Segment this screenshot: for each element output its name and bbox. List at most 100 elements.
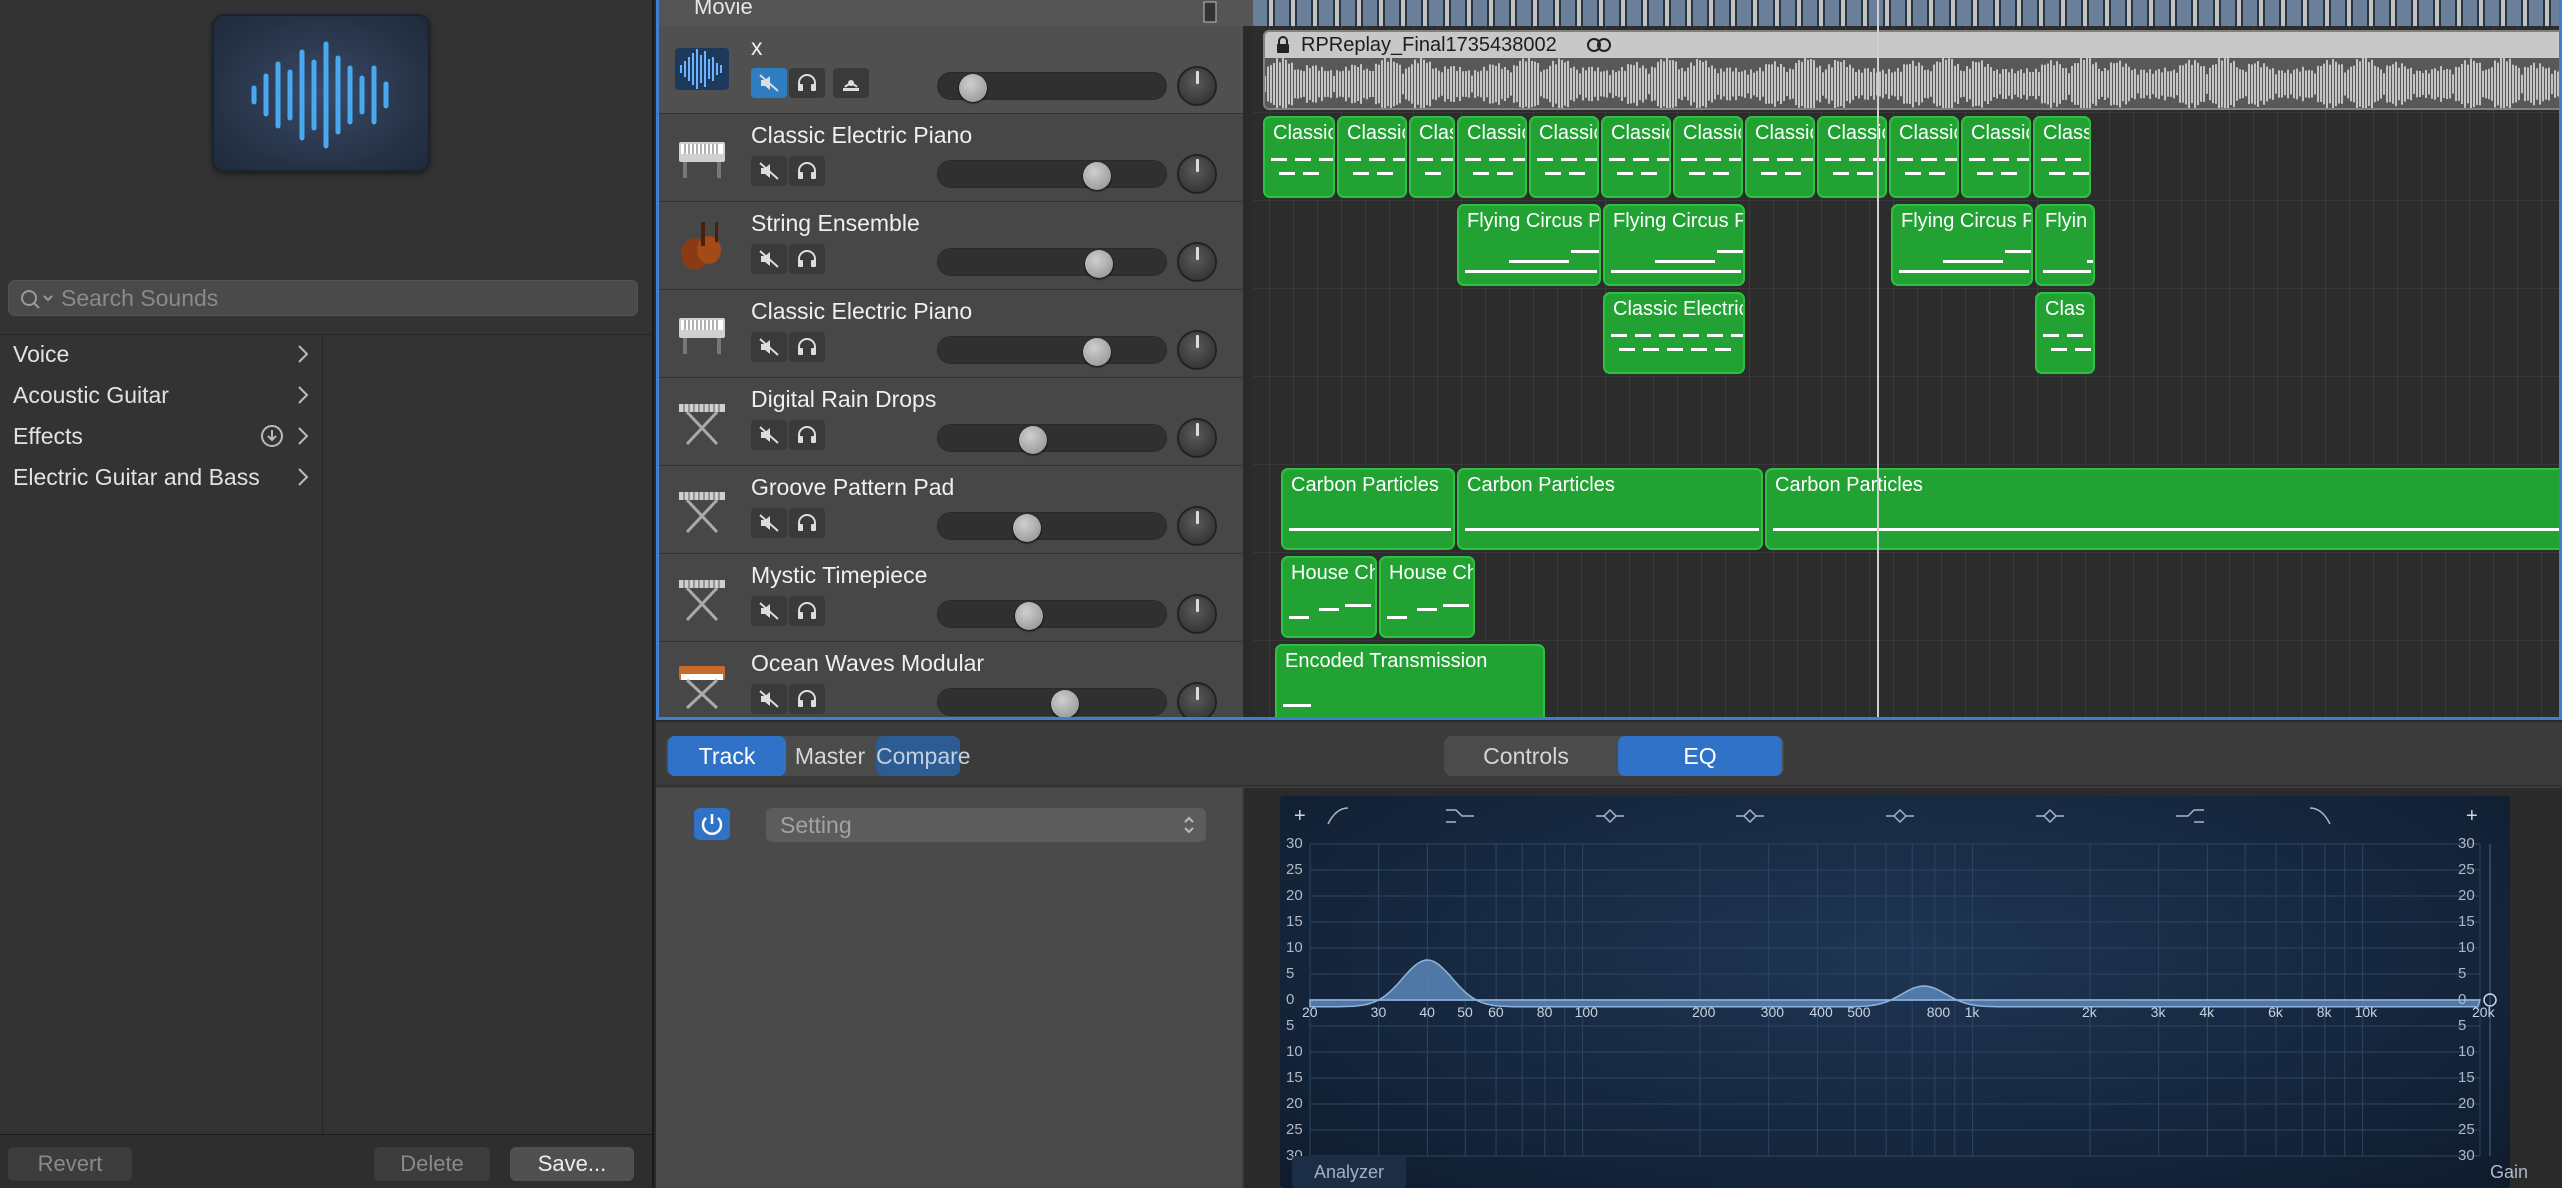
audio-region[interactable]: RPReplay_Final1735438002	[1263, 30, 2559, 110]
mute-button[interactable]	[751, 508, 787, 538]
analyzer-button[interactable]: Analyzer	[1292, 1156, 1406, 1188]
volume-slider[interactable]	[937, 248, 1167, 276]
midi-region[interactable]: Classic Ele	[1745, 116, 1815, 198]
tab-controls[interactable]: Controls	[1446, 736, 1606, 776]
midi-region[interactable]: Classic Ele	[1673, 116, 1743, 198]
midi-region[interactable]: Carbon Particles	[1281, 468, 1455, 550]
midi-notes	[1417, 158, 1453, 175]
midi-region[interactable]: Flyin	[2035, 204, 2095, 286]
volume-slider[interactable]	[937, 424, 1167, 452]
track-header[interactable]: String Ensemble	[659, 202, 1243, 290]
volume-slider-knob[interactable]	[1019, 426, 1047, 454]
setting-dropdown[interactable]: Setting	[766, 808, 1206, 842]
volume-slider-knob[interactable]	[1051, 690, 1079, 717]
pan-knob[interactable]	[1177, 682, 1217, 717]
track-header[interactable]: Ocean Waves Modular	[659, 642, 1243, 717]
midi-region[interactable]: Classic Ele	[1889, 116, 1959, 198]
library-item-electric-guitar-and-bass[interactable]: Electric Guitar and Bass	[0, 457, 322, 497]
library-item-label: Effects	[13, 423, 83, 449]
compare-button[interactable]: Compare	[876, 736, 971, 776]
solo-button[interactable]	[789, 684, 825, 714]
library-item-effects[interactable]: Effects	[0, 416, 322, 456]
solo-button[interactable]	[789, 508, 825, 538]
mute-button[interactable]	[751, 68, 787, 98]
solo-button[interactable]	[789, 156, 825, 186]
track-header[interactable]: x	[659, 26, 1243, 114]
library-item-voice[interactable]: Voice	[0, 334, 322, 374]
volume-slider-knob[interactable]	[1013, 514, 1041, 542]
midi-notes	[1611, 250, 1743, 273]
midi-region[interactable]: Carbon Particles	[1457, 468, 1763, 550]
midi-region[interactable]: Classic Ele	[1529, 116, 1599, 198]
solo-button[interactable]	[789, 68, 825, 98]
movie-thumbnail-strip[interactable]	[1253, 0, 2559, 26]
track-header[interactable]: Classic Electric Piano	[659, 290, 1243, 378]
power-button[interactable]	[694, 808, 730, 840]
volume-slider[interactable]	[937, 160, 1167, 188]
pan-knob[interactable]	[1177, 506, 1217, 546]
track-name: Groove Pattern Pad	[751, 474, 955, 500]
pan-knob[interactable]	[1177, 418, 1217, 458]
solo-button[interactable]	[789, 332, 825, 362]
midi-region[interactable]: Classic Ele	[1263, 116, 1335, 198]
volume-slider-knob[interactable]	[1015, 602, 1043, 630]
save-button[interactable]: Save...	[510, 1147, 634, 1181]
volume-slider-knob[interactable]	[959, 74, 987, 102]
solo-button[interactable]	[789, 596, 825, 626]
mute-button[interactable]	[751, 596, 787, 626]
midi-region[interactable]: Classic Ele	[1457, 116, 1527, 198]
mute-button[interactable]	[751, 420, 787, 450]
volume-slider[interactable]	[937, 336, 1167, 364]
track-header[interactable]: Groove Pattern Pad	[659, 466, 1243, 554]
pan-knob[interactable]	[1177, 594, 1217, 634]
volume-slider[interactable]	[937, 512, 1167, 540]
search-field[interactable]	[8, 280, 638, 316]
region-label: Classic Electric Piano	[1613, 298, 1745, 320]
volume-slider[interactable]	[937, 600, 1167, 628]
pan-knob[interactable]	[1177, 330, 1217, 370]
playhead[interactable]	[1877, 0, 1879, 717]
pan-knob[interactable]	[1177, 242, 1217, 282]
midi-region[interactable]: Clas	[2035, 292, 2095, 374]
pan-knob[interactable]	[1177, 154, 1217, 194]
midi-region[interactable]: Classic Electric Piano	[1603, 292, 1745, 374]
revert-button[interactable]: Revert	[8, 1147, 132, 1181]
midi-region[interactable]: Classic Ele	[1601, 116, 1671, 198]
midi-region[interactable]: Classic Ele	[1961, 116, 2031, 198]
midi-region[interactable]: Carbon Particles	[1765, 468, 2559, 550]
midi-region[interactable]: Classic Ele	[1337, 116, 1407, 198]
tab-track[interactable]: Track	[668, 736, 786, 776]
midi-region[interactable]: Encoded Transmission	[1275, 644, 1545, 717]
midi-region[interactable]: Classic Ele	[2033, 116, 2091, 198]
midi-region[interactable]: Classic Ele	[1409, 116, 1455, 198]
eq-curve-display[interactable]: + +	[1280, 796, 2510, 1188]
eq-graph[interactable]: + + 20 30 40 50 60 80 100 200 300 400 500 800 1k 2k 3k 4…	[1280, 796, 2510, 1188]
timeline-workspace[interactable]: RPReplay_Final1735438002 Classic Ele Clas…	[1253, 26, 2559, 717]
search-input[interactable]	[61, 283, 621, 313]
input-monitoring-button[interactable]	[833, 68, 869, 98]
midi-region[interactable]: House Chords	[1281, 556, 1377, 638]
mute-button[interactable]	[751, 684, 787, 714]
delete-button[interactable]: Delete	[374, 1147, 490, 1181]
midi-region[interactable]: Flying Circus Piano	[1603, 204, 1745, 286]
midi-region[interactable]: Flying Circus Piano	[1457, 204, 1601, 286]
midi-region[interactable]: House Chords	[1379, 556, 1475, 638]
solo-button[interactable]	[789, 420, 825, 450]
volume-slider-knob[interactable]	[1083, 162, 1111, 190]
tab-master[interactable]: Master	[790, 736, 870, 776]
volume-slider-knob[interactable]	[1083, 338, 1111, 366]
volume-slider-knob[interactable]	[1085, 250, 1113, 278]
track-header[interactable]: Mystic Timepiece	[659, 554, 1243, 642]
library-item-acoustic-guitar[interactable]: Acoustic Guitar	[0, 375, 322, 415]
mute-button[interactable]	[751, 156, 787, 186]
midi-region[interactable]: Flying Circus Piano	[1891, 204, 2033, 286]
region-label: Flying Circus Piano	[1901, 210, 2031, 232]
track-header[interactable]: Classic Electric Piano	[659, 114, 1243, 202]
tab-eq[interactable]: EQ	[1618, 736, 1782, 776]
mute-button[interactable]	[751, 244, 787, 274]
track-header[interactable]: Digital Rain Drops	[659, 378, 1243, 466]
mute-button[interactable]	[751, 332, 787, 362]
pan-knob[interactable]	[1177, 66, 1217, 106]
download-icon[interactable]	[260, 424, 284, 448]
solo-button[interactable]	[789, 244, 825, 274]
